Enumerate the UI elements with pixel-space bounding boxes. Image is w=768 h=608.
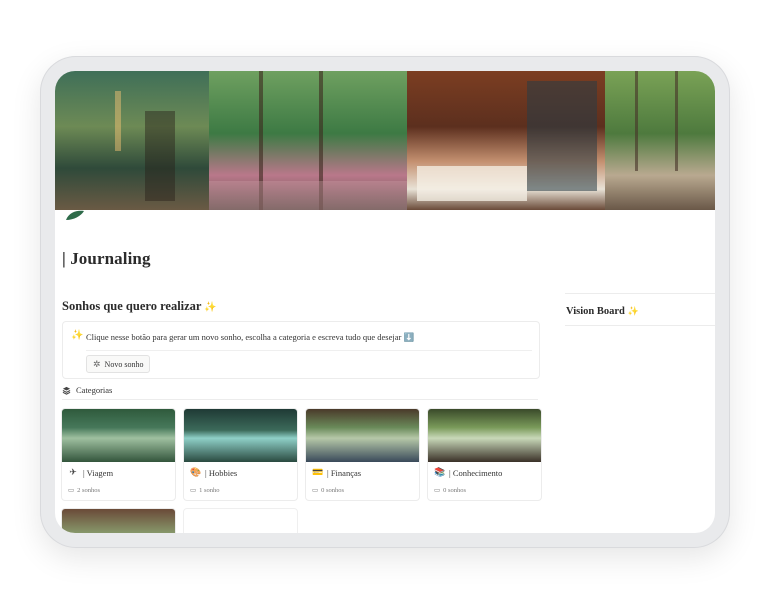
card-icon: 💳	[312, 467, 324, 477]
dreams-heading-text: Sonhos que quero realizar	[62, 299, 202, 313]
cover-panel-window-garden	[209, 71, 407, 210]
card-cover-image	[428, 409, 541, 462]
layers-icon	[62, 386, 71, 395]
airplane-icon: ✈	[69, 467, 77, 477]
card-count: ▭ 0 sonhos	[312, 486, 345, 495]
card-cover-image	[62, 409, 175, 462]
card-cover-image	[306, 409, 419, 462]
gear-icon: ✲	[93, 358, 101, 369]
dreams-heading: Sonhos que quero realizar ✨	[62, 299, 217, 314]
card-title: 💳 | Finanças	[312, 467, 361, 478]
divider	[62, 399, 538, 400]
category-card-partial[interactable]	[61, 508, 176, 533]
card-count-text: 0 sonhos	[443, 486, 467, 494]
category-card-empty[interactable]	[183, 508, 298, 533]
categories-header[interactable]: Categorias	[62, 385, 112, 395]
category-card-hobbies[interactable]: 🎨 | Hobbies ▭ 1 sonho	[183, 408, 298, 501]
divider	[565, 325, 715, 326]
page-icon: ▭	[312, 487, 319, 494]
divider	[86, 350, 532, 351]
cover-panel-street	[55, 71, 209, 210]
sparkle-icon: ✨	[71, 330, 84, 341]
tablet-frame: | Journaling Sonhos que quero realizar ✨…	[40, 56, 730, 548]
cover-image[interactable]	[55, 71, 715, 210]
card-cover-image	[62, 509, 175, 533]
cover-panel-window-desk	[605, 71, 715, 210]
category-card-conhecimento[interactable]: 📚 | Conhecimento ▭ 0 sonhos	[427, 408, 542, 501]
divider	[565, 293, 715, 294]
card-title-text: | Hobbies	[205, 467, 238, 478]
card-title-text: | Viagem	[83, 467, 114, 478]
vision-board-heading-text: Vision Board	[566, 306, 625, 317]
page-title: | Journaling	[62, 249, 151, 268]
card-title: 🎨 | Hobbies	[190, 467, 237, 478]
books-icon: 📚	[434, 467, 446, 477]
app-screen: | Journaling Sonhos que quero realizar ✨…	[55, 71, 715, 533]
card-count-text: 2 sonhos	[77, 486, 101, 494]
card-count-text: 1 sonho	[199, 486, 220, 494]
card-title: ✈ | Viagem	[68, 467, 113, 478]
card-count: ▭ 2 sonhos	[68, 486, 101, 495]
card-cover-image	[184, 409, 297, 462]
page-icon: ▭	[434, 487, 441, 494]
dreams-callout: ✨ Clique nesse botão para gerar um novo …	[62, 321, 540, 379]
card-count: ▭ 1 sonho	[190, 486, 220, 495]
sparkles-icon: ✨	[204, 302, 217, 313]
new-dream-label: Novo sonho	[104, 359, 144, 369]
card-title-text: | Conhecimento	[449, 467, 503, 478]
card-count: ▭ 0 sonhos	[434, 486, 467, 495]
palette-icon: 🎨	[190, 467, 202, 477]
categories-label: Categorias	[76, 385, 113, 395]
page-icon: ▭	[68, 487, 75, 494]
card-title-text: | Finanças	[327, 467, 362, 478]
cover-panel-desk-books	[407, 71, 605, 210]
category-card-viagem[interactable]: ✈ | Viagem ▭ 2 sonhos	[61, 408, 176, 501]
new-dream-button[interactable]: ✲ Novo sonho	[86, 355, 151, 373]
card-title: 📚 | Conhecimento	[434, 467, 502, 478]
card-count-text: 0 sonhos	[321, 486, 345, 494]
sparkles-icon: ✨	[627, 306, 639, 316]
leaf-icon[interactable]	[65, 210, 85, 221]
vision-board-heading: Vision Board ✨	[566, 306, 639, 317]
callout-text: Clique nesse botão para gerar um novo so…	[86, 332, 415, 342]
page-content: | Journaling Sonhos que quero realizar ✨…	[55, 231, 715, 533]
category-card-financas[interactable]: 💳 | Finanças ▭ 0 sonhos	[305, 408, 420, 501]
page-icon: ▭	[190, 487, 197, 494]
